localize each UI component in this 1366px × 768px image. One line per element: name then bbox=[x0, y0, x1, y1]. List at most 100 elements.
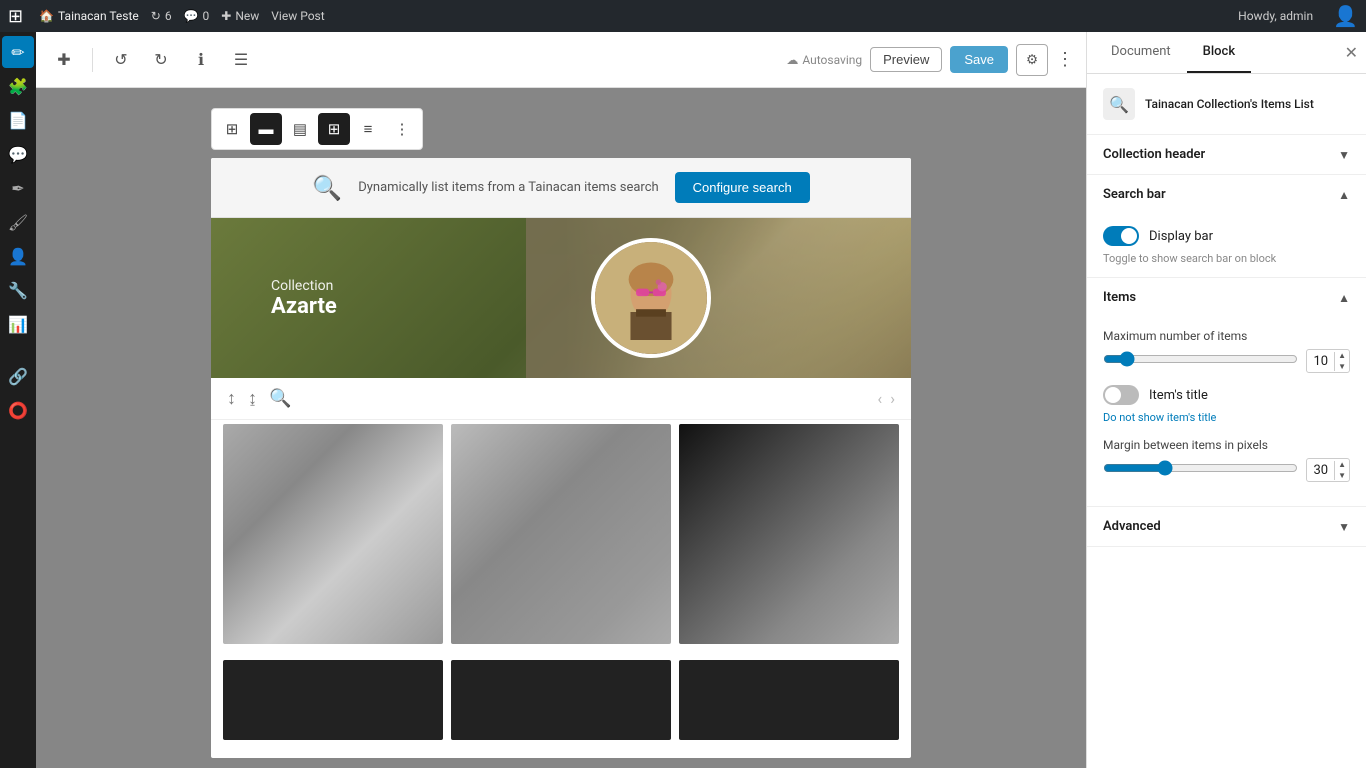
sidebar-item-pages[interactable]: 📄 bbox=[2, 104, 34, 136]
max-items-down-button[interactable]: ▼ bbox=[1335, 361, 1349, 372]
sort-desc-icon[interactable]: ↨ bbox=[248, 388, 257, 409]
collection-header: Collection Azarte bbox=[211, 218, 911, 378]
editor-content: ⊞ ▬ ▤ ⊞ ≡ ⋮ 🔍 Dynamically list items fro… bbox=[36, 88, 1086, 768]
sort-asc-icon[interactable]: ↕ bbox=[227, 388, 236, 409]
sidebar-item-user[interactable]: 👤 bbox=[2, 240, 34, 272]
collection-avatar bbox=[591, 238, 711, 358]
block-tool-text-btn[interactable]: ▤ bbox=[284, 113, 316, 145]
sidebar-item-edit[interactable]: ✏ bbox=[2, 36, 34, 68]
item-cell-6 bbox=[679, 660, 899, 740]
collection-name: Azarte bbox=[271, 294, 337, 319]
collection-overlay: Collection Azarte bbox=[211, 218, 911, 378]
search-bar-section-title: Search bar bbox=[1103, 187, 1166, 202]
admin-site-name[interactable]: 🏠 Tainacan Teste bbox=[39, 9, 139, 23]
undo-button[interactable]: ↺ bbox=[105, 44, 137, 76]
sidebar-item-chart[interactable]: 📊 bbox=[2, 308, 34, 340]
item-cell-5 bbox=[451, 660, 671, 740]
block-tool-image-btn[interactable]: ▬ bbox=[250, 113, 282, 145]
sidebar-item-power[interactable]: ⭕ bbox=[2, 394, 34, 426]
toggle-thumb bbox=[1121, 228, 1137, 244]
updates-icon: ↻ bbox=[151, 9, 161, 23]
block-area: 🔍 Dynamically list items from a Tainacan… bbox=[211, 158, 911, 758]
admin-updates[interactable]: ↻ 6 bbox=[151, 9, 172, 23]
items-section: Items ▲ Maximum number of items 10 ▲ ▼ bbox=[1087, 278, 1366, 507]
block-tool-list-btn[interactable]: ≡ bbox=[352, 113, 384, 145]
max-items-slider-wrap bbox=[1103, 351, 1298, 371]
icon-sidebar: ✏ 🧩 📄 💬 ✒ 🖌 👤 🔧 📊 🔗 ⭕ bbox=[0, 32, 36, 768]
search-bar-section-content: Display bar Toggle to show search bar on… bbox=[1087, 214, 1366, 277]
panel-block-header: 🔍 Tainacan Collection's Items List bbox=[1087, 74, 1366, 135]
items-toolbar-left: ↕ ↨ 🔍 bbox=[227, 388, 291, 409]
nav-next-button[interactable]: › bbox=[890, 389, 895, 408]
max-items-slider[interactable] bbox=[1103, 351, 1298, 367]
sidebar-item-pencil2[interactable]: ✒ bbox=[2, 172, 34, 204]
redo-button[interactable]: ↻ bbox=[145, 44, 177, 76]
items-toolbar-right: ‹ › bbox=[877, 389, 895, 408]
margin-value: 30 bbox=[1307, 461, 1335, 480]
advanced-section: Advanced ▼ bbox=[1087, 507, 1366, 547]
display-bar-toggle[interactable] bbox=[1103, 226, 1139, 246]
block-tool-icon-btn[interactable]: ⊞ bbox=[216, 113, 248, 145]
margin-slider[interactable] bbox=[1103, 460, 1298, 476]
margin-input: 30 ▲ ▼ bbox=[1306, 458, 1350, 482]
avatar-placeholder bbox=[595, 242, 707, 354]
configure-search-text: Dynamically list items from a Tainacan i… bbox=[358, 180, 658, 195]
admin-new[interactable]: ✚ New bbox=[221, 9, 259, 23]
sidebar-item-brush[interactable]: 🖌 bbox=[2, 206, 34, 238]
editor-wrap: ✚ ↺ ↻ ℹ ☰ ☁ Autosaving Preview Save ⚙ ⋮ bbox=[36, 32, 1086, 768]
toolbar-right: ☁ Autosaving Preview Save ⚙ ⋮ bbox=[786, 44, 1074, 76]
sidebar-item-patterns[interactable]: 🧩 bbox=[2, 70, 34, 102]
display-bar-label: Display bar bbox=[1149, 229, 1213, 244]
margin-slider-wrap bbox=[1103, 460, 1298, 480]
admin-view-post[interactable]: View Post bbox=[271, 9, 324, 23]
editor-toolbar: ✚ ↺ ↻ ℹ ☰ ☁ Autosaving Preview Save ⚙ ⋮ bbox=[36, 32, 1086, 88]
admin-comments[interactable]: 💬 0 bbox=[184, 9, 210, 23]
settings-button[interactable]: ⚙ bbox=[1016, 44, 1048, 76]
add-block-button[interactable]: ✚ bbox=[48, 44, 80, 76]
panel-close-button[interactable]: ✕ bbox=[1345, 43, 1358, 63]
howdy-label: Howdy, admin bbox=[1238, 9, 1313, 23]
panel-block-title: Tainacan Collection's Items List bbox=[1145, 97, 1350, 111]
tab-block[interactable]: Block bbox=[1187, 32, 1251, 73]
sidebar-item-comments[interactable]: 💬 bbox=[2, 138, 34, 170]
items-title-hint: Do not show item's title bbox=[1103, 411, 1350, 424]
items-title-toggle[interactable] bbox=[1103, 385, 1139, 405]
block-tool-grid-btn[interactable]: ⊞ bbox=[318, 113, 350, 145]
tools-button[interactable]: ☰ bbox=[225, 44, 257, 76]
items-toolbar: ↕ ↨ 🔍 ‹ › bbox=[211, 378, 911, 420]
items-title-toggle-thumb bbox=[1105, 387, 1121, 403]
block-tool-more-btn[interactable]: ⋮ bbox=[386, 113, 418, 145]
max-items-input: 10 ▲ ▼ bbox=[1306, 349, 1350, 373]
max-items-value: 10 bbox=[1307, 352, 1335, 371]
margin-up-button[interactable]: ▲ bbox=[1335, 459, 1349, 470]
margin-label: Margin between items in pixels bbox=[1103, 438, 1350, 452]
max-items-up-button[interactable]: ▲ bbox=[1335, 350, 1349, 361]
collection-header-section-title: Collection header bbox=[1103, 147, 1205, 162]
tab-document[interactable]: Document bbox=[1095, 32, 1187, 73]
sidebar-item-tools[interactable]: 🔧 bbox=[2, 274, 34, 306]
save-button[interactable]: Save bbox=[950, 46, 1008, 73]
avatar-art-svg bbox=[595, 238, 707, 358]
configure-search-button[interactable]: Configure search bbox=[675, 172, 810, 203]
sidebar-item-network[interactable]: 🔗 bbox=[2, 360, 34, 392]
item-cell-3 bbox=[679, 424, 899, 644]
search-items-icon[interactable]: 🔍 bbox=[269, 388, 291, 409]
comments-icon: 💬 bbox=[184, 9, 199, 23]
info-button[interactable]: ℹ bbox=[185, 44, 217, 76]
more-options-button[interactable]: ⋮ bbox=[1056, 49, 1074, 70]
advanced-section-header[interactable]: Advanced ▼ bbox=[1087, 507, 1366, 546]
collection-header-section: Collection header ▼ bbox=[1087, 135, 1366, 175]
collection-header-section-header[interactable]: Collection header ▼ bbox=[1087, 135, 1366, 174]
margin-arrows: ▲ ▼ bbox=[1335, 459, 1349, 481]
items-section-header[interactable]: Items ▲ bbox=[1087, 278, 1366, 317]
preview-button[interactable]: Preview bbox=[870, 47, 942, 72]
editor-block-area: ⊞ ▬ ▤ ⊞ ≡ ⋮ 🔍 Dynamically list items fro… bbox=[211, 108, 911, 748]
search-config-icon: 🔍 bbox=[312, 174, 342, 202]
search-bar-section-header[interactable]: Search bar ▲ bbox=[1087, 175, 1366, 214]
collection-label: Collection bbox=[271, 278, 337, 294]
search-bar-chevron-icon: ▲ bbox=[1338, 188, 1350, 202]
margin-down-button[interactable]: ▼ bbox=[1335, 470, 1349, 481]
collection-header-chevron-icon: ▼ bbox=[1338, 148, 1350, 162]
main-layout: ✏ 🧩 📄 💬 ✒ 🖌 👤 🔧 📊 🔗 ⭕ ✚ ↺ ↻ ℹ ☰ ☁ Autosa… bbox=[0, 0, 1366, 768]
nav-prev-button[interactable]: ‹ bbox=[877, 389, 882, 408]
